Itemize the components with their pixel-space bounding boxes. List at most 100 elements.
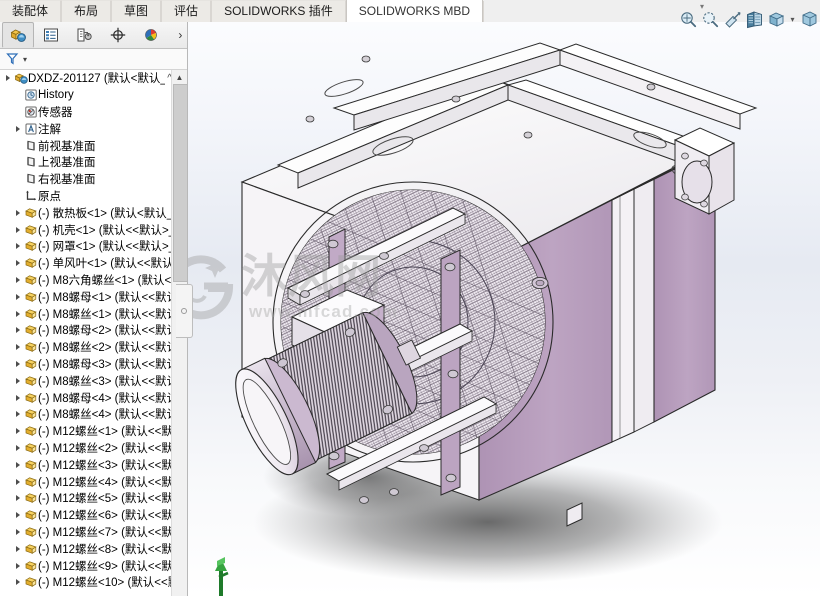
feature-tree-row[interactable]: 上视基准面 [0, 154, 172, 171]
tree-expand-arrow-icon[interactable] [12, 512, 23, 518]
feature-tree-row-label: (-) M8螺丝<1> (默认<<默认>_显 [38, 308, 172, 321]
view-orientation-icon[interactable] [745, 10, 764, 29]
tree-expand-arrow-icon[interactable] [12, 294, 23, 300]
display-manager-tab[interactable] [135, 22, 167, 48]
scroll-thumb[interactable] [173, 84, 187, 282]
tree-expand-arrow-icon[interactable] [12, 243, 23, 249]
feature-tree-row[interactable]: (-) M12螺丝<5> (默认<<默认>_ [0, 490, 172, 507]
plane-icon [23, 172, 38, 186]
tab-layout[interactable]: 布局 [61, 0, 112, 22]
tree-expand-arrow-icon[interactable] [12, 311, 23, 317]
feature-tree-row[interactable]: (-) 单风叶<1> (默认<<默认>_显 [0, 255, 172, 272]
feature-tree-row[interactable]: (-) M8螺母<4> (默认<<默认>_显 [0, 389, 172, 406]
feature-tree-row[interactable]: (-) M8螺丝<4> (默认<<默认>_显 [0, 406, 172, 423]
tree-expand-arrow-icon[interactable] [12, 395, 23, 401]
property-manager-tab[interactable] [35, 22, 67, 48]
tab-solidworks-mbd[interactable]: SOLIDWORKS MBD [345, 0, 484, 22]
feature-tree-row-label: (-) M12螺丝<2> (默认<<默认>_ [38, 442, 172, 455]
hide-show-items-icon[interactable] [799, 10, 818, 29]
feature-tree-row[interactable]: History [0, 87, 172, 104]
section-view-icon[interactable] [723, 10, 742, 29]
feature-tree-row[interactable]: 前视基准面 [0, 137, 172, 154]
tree-expand-arrow-icon[interactable] [12, 563, 23, 569]
tree-expand-arrow-icon[interactable] [2, 75, 13, 81]
feature-tree-row[interactable]: (-) M12螺丝<9> (默认<<默认>_ [0, 557, 172, 574]
filter-caret-icon[interactable]: ▾ [23, 55, 27, 64]
tree-expand-arrow-icon[interactable] [12, 479, 23, 485]
zoom-to-area-icon[interactable] [701, 10, 720, 29]
tree-expand-arrow-icon[interactable] [12, 378, 23, 384]
graphics-viewport[interactable]: 沐风网 www.mfcad.com [188, 22, 820, 596]
feature-tree-row[interactable]: (-) M8螺母<2> (默认<<默认>_显 [0, 322, 172, 339]
feature-tree-tab[interactable] [2, 22, 35, 48]
feature-tree-row[interactable]: 传感器 [0, 104, 172, 121]
tree-expand-arrow-icon[interactable] [12, 344, 23, 350]
tree-expand-arrow-icon[interactable] [12, 260, 23, 266]
tab-assembly[interactable]: 装配体 [0, 0, 62, 22]
feature-tree-row-label: 注解 [38, 123, 61, 136]
tree-expand-arrow-icon[interactable] [12, 445, 23, 451]
tree-expand-arrow-icon[interactable] [12, 210, 23, 216]
tab-solidworks-addins[interactable]: SOLIDWORKS 插件 [211, 0, 346, 22]
part-icon [23, 458, 38, 472]
zoom-to-fit-icon[interactable] [679, 10, 698, 29]
tree-expand-arrow-icon[interactable] [12, 546, 23, 552]
feature-tree-row[interactable]: (-) 散热板<1> (默认<默认_显示状 [0, 204, 172, 221]
tree-expand-arrow-icon[interactable] [12, 428, 23, 434]
feature-tree-row[interactable]: (-) M8螺丝<3> (默认<<默认>_显 [0, 372, 172, 389]
tree-expand-arrow-icon[interactable] [12, 277, 23, 283]
feature-tree-row[interactable]: 原点 [0, 188, 172, 205]
feature-tree-row[interactable]: (-) M8螺母<3> (默认<<默认>_显 [0, 356, 172, 373]
tree-expand-arrow-icon[interactable] [12, 327, 23, 333]
feature-tree-row[interactable]: (-) M8螺丝<1> (默认<<默认>_显 [0, 305, 172, 322]
feature-tree-row-label: (-) M12螺丝<3> (默认<<默认>_ [38, 459, 172, 472]
feature-tree-row-label: (-) M8螺丝<3> (默认<<默认>_显 [38, 375, 172, 388]
feature-tree-row-label: (-) M8六角螺丝<1> (默认<<默认 [38, 274, 172, 287]
feature-tree-row[interactable]: (-) M12螺丝<1> (默认<<默认>_ [0, 423, 172, 440]
tree-expand-arrow-icon[interactable] [12, 495, 23, 501]
feature-tree-row[interactable]: (-) M12螺丝<10> (默认<<默认> [0, 574, 172, 591]
part-icon [23, 239, 38, 253]
tree-expand-arrow-icon[interactable] [12, 126, 23, 132]
feature-tree-row-label: (-) M12螺丝<5> (默认<<默认>_ [38, 493, 172, 506]
feature-tree-row[interactable]: (-) M12螺丝<7> (默认<<默认>_ [0, 524, 172, 541]
part-icon [23, 290, 38, 304]
tree-expand-arrow-icon[interactable] [12, 361, 23, 367]
feature-tree-row[interactable]: (-) M12螺丝<4> (默认<<默认>_ [0, 473, 172, 490]
part-icon [23, 407, 38, 421]
feature-tree-row[interactable]: (-) M8六角螺丝<1> (默认<<默认 [0, 272, 172, 289]
feature-tree-row[interactable]: (-) 机壳<1> (默认<<默认>_显示 [0, 221, 172, 238]
tree-expand-arrow-icon[interactable] [12, 411, 23, 417]
feature-tree-row[interactable]: (-) M8螺丝<2> (默认<<默认>_显 [0, 339, 172, 356]
assembly-tree-icon [10, 29, 26, 42]
feature-tree-row[interactable]: DXDZ-201127 (默认<默认_显示状态^ [0, 70, 172, 87]
part-icon [23, 424, 38, 438]
panel-splitter-handle[interactable] [176, 284, 193, 338]
tree-expand-arrow-icon[interactable] [12, 462, 23, 468]
feature-tree-filter-bar[interactable]: ▾ [0, 49, 187, 70]
feature-tree-row[interactable]: (-) M8螺母<1> (默认<<默认>_显 [0, 288, 172, 305]
display-style-caret-icon[interactable]: ▾ [789, 10, 796, 29]
feature-tree-row-label: History [38, 89, 74, 102]
scroll-up-arrow-icon[interactable]: ▲ [172, 70, 187, 84]
feature-tree-row[interactable]: (-) M12螺丝<8> (默认<<默认>_ [0, 540, 172, 557]
tree-expand-arrow-icon[interactable] [12, 529, 23, 535]
feature-tree-row[interactable]: (-) M12螺丝<6> (默认<<默认>_ [0, 507, 172, 524]
feature-tree[interactable]: DXDZ-201127 (默认<默认_显示状态^ History 传感器注解前视基准… [0, 70, 187, 596]
tree-expand-arrow-icon[interactable] [12, 579, 23, 585]
feature-tree-row[interactable]: (-) M12螺丝<2> (默认<<默认>_ [0, 440, 172, 457]
configuration-manager-tab[interactable] [68, 22, 100, 48]
feature-tree-row[interactable]: 注解 [0, 120, 172, 137]
tab-evaluate[interactable]: 评估 [161, 0, 212, 22]
tree-expand-arrow-icon[interactable] [12, 227, 23, 233]
feature-tree-row[interactable]: (-) 网罩<1> (默认<<默认>_显示 [0, 238, 172, 255]
more-tabs-button[interactable]: › [174, 28, 187, 42]
display-style-icon[interactable] [767, 10, 786, 29]
history-icon [23, 88, 38, 102]
feature-tree-row-label: (-) 网罩<1> (默认<<默认>_显示 [38, 241, 172, 254]
tab-sketch[interactable]: 草图 [111, 0, 162, 22]
dimxpert-manager-tab[interactable] [101, 22, 133, 48]
part-icon [23, 357, 38, 371]
feature-tree-row[interactable]: (-) M12螺丝<3> (默认<<默认>_ [0, 456, 172, 473]
feature-tree-row[interactable]: 右视基准面 [0, 171, 172, 188]
